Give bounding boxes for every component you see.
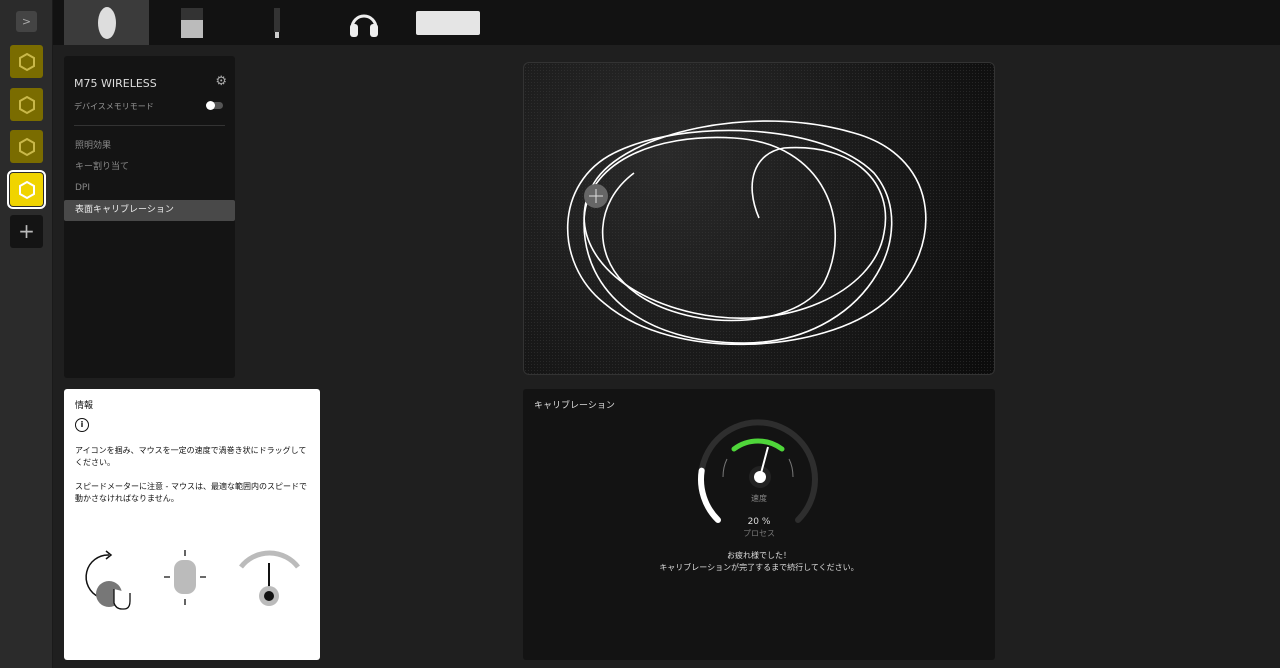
message-2: キャリブレーションが完了するまで続行してください。	[659, 563, 859, 572]
hexagon-icon	[18, 137, 35, 156]
headset-icon	[349, 14, 378, 37]
calibration-panel: キャリブレーション 速度 20 % プロセス お疲れ様でした！ キャリブレーショ…	[523, 389, 995, 660]
profile-2[interactable]	[10, 88, 43, 121]
drawn-spiral-path	[566, 120, 927, 346]
sidebar-item-surface-calibration[interactable]: 表面キャリブレーション	[64, 200, 235, 221]
add-profile-button[interactable]: +	[10, 215, 43, 248]
profile-1[interactable]	[10, 45, 43, 78]
profile-rail: > +	[0, 0, 53, 668]
info-panel: 情報 i アイコンを掴み、マウスを一定の速度で渦巻き状にドラッグしてください。 …	[64, 389, 320, 660]
hexagon-icon	[18, 95, 35, 114]
device-bar	[53, 0, 1280, 45]
calibration-surface[interactable]	[523, 62, 995, 375]
device-keyboard[interactable]	[405, 0, 490, 45]
profile-4-active[interactable]	[7, 170, 46, 209]
sidebar-item-key-assign[interactable]: キー割り当て	[64, 157, 235, 178]
keyboard-icon	[415, 10, 480, 35]
device-sidebar: M75 WIRELESS ⚙ デバイスメモリモード 照明効果 キー割り当て DP…	[64, 56, 235, 378]
progress-label: プロセス	[743, 529, 775, 538]
gauge-needle	[754, 471, 766, 483]
memory-mode-label: デバイスメモリモード	[74, 102, 154, 111]
calibration-title: キャリブレーション	[534, 401, 615, 411]
info-text-2: スピードメーターに注意 - マウスは、最適な範囲内のスピードで動かさなければなり…	[75, 482, 307, 503]
device-title: M75 WIRELESS	[74, 77, 157, 90]
hexagon-icon	[18, 52, 35, 71]
info-text-1: アイコンを掴み、マウスを一定の速度で渦巻き状にドラッグしてください。	[75, 446, 307, 467]
instruction-illustration	[85, 550, 300, 610]
usb-dongle-icon	[273, 7, 280, 38]
memory-mode-toggle[interactable]	[206, 101, 223, 110]
optimal-range-arc	[731, 438, 785, 452]
speed-label: 速度	[751, 494, 767, 503]
info-title: 情報	[75, 401, 94, 411]
device-dongle[interactable]	[234, 0, 319, 45]
hexagon-icon	[18, 180, 35, 199]
device-mouse[interactable]	[64, 0, 149, 45]
usb-receiver-icon	[180, 7, 203, 38]
message-1: お疲れ様でした！	[727, 551, 791, 560]
device-receiver[interactable]	[149, 0, 234, 45]
progress-value: 20 %	[747, 517, 771, 527]
gear-icon[interactable]: ⚙	[215, 74, 227, 89]
profile-3[interactable]	[10, 130, 43, 163]
device-headset[interactable]	[321, 0, 406, 45]
sidebar-item-lighting[interactable]: 照明効果	[64, 136, 235, 157]
expand-button[interactable]: >	[16, 11, 37, 32]
mouse-icon	[97, 6, 116, 39]
info-icon: i	[75, 418, 89, 432]
sidebar-item-dpi[interactable]: DPI	[64, 178, 235, 199]
divider	[74, 125, 225, 126]
